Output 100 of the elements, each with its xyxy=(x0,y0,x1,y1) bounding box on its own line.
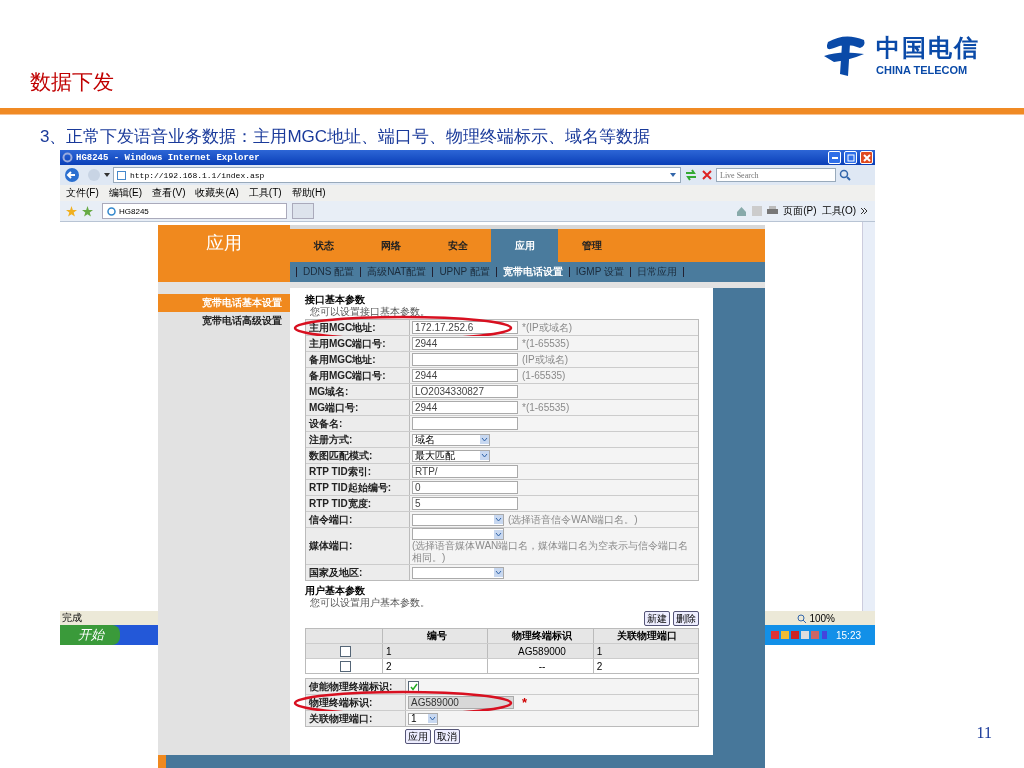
print-icon[interactable] xyxy=(767,206,779,216)
field-hint: *(1-65535) xyxy=(522,401,570,414)
field-label: 媒体端口: xyxy=(306,528,410,564)
section-description: 您可以设置接口基本参数。 xyxy=(309,306,431,318)
caret-icon xyxy=(480,451,489,460)
input-field[interactable] xyxy=(412,417,518,430)
field-hint: (选择语音信令WAN端口名。) xyxy=(508,513,638,526)
search-field[interactable]: Live Search xyxy=(716,168,836,182)
dropdown[interactable]: 1 xyxy=(408,712,438,725)
nav-tab[interactable]: 管理 xyxy=(558,229,625,262)
input-field[interactable]: 172.17.252.6 xyxy=(412,321,518,334)
field-label: 国家及地区: xyxy=(306,565,410,580)
command-button[interactable]: 页面(P) xyxy=(783,204,817,218)
menu-item[interactable]: 编辑(E) xyxy=(108,186,143,200)
menu-item[interactable]: 查看(V) xyxy=(152,186,186,200)
field-hint: * xyxy=(522,696,528,709)
search-icon[interactable] xyxy=(839,169,851,181)
field-label: 注册方式: xyxy=(306,432,410,447)
section-title: 应用 xyxy=(206,231,242,255)
add-favorite-icon[interactable] xyxy=(82,205,93,217)
minimize-button[interactable] xyxy=(828,151,841,164)
subnav-link[interactable]: 宽带电话设置 xyxy=(495,267,569,277)
form-button[interactable]: 应用 xyxy=(405,729,431,744)
field-label: 信令端口: xyxy=(306,512,410,527)
input-field[interactable]: 0 xyxy=(412,481,518,494)
start-button[interactable]: 开始 xyxy=(60,625,120,645)
input-field[interactable]: 2944 xyxy=(412,401,518,414)
nav-tab[interactable]: 网络 xyxy=(357,229,424,262)
close-button[interactable] xyxy=(860,151,873,164)
dropdown[interactable]: 域名 xyxy=(412,433,490,446)
chevron-icon[interactable] xyxy=(861,208,867,214)
input-field[interactable]: 2944 xyxy=(412,337,518,350)
stop-icon[interactable] xyxy=(701,169,713,181)
dropdown[interactable] xyxy=(412,566,504,579)
table-cell: 2 xyxy=(382,659,488,673)
caret-icon xyxy=(494,529,503,539)
input-field[interactable] xyxy=(412,353,518,366)
window-title: HG8245 - Windows Internet Explorer xyxy=(76,152,260,163)
checkbox[interactable] xyxy=(340,645,351,657)
field-label: MG端口号: xyxy=(306,400,410,415)
table-cell: 2 xyxy=(592,659,698,673)
home-icon[interactable] xyxy=(736,205,748,217)
dropdown[interactable] xyxy=(412,528,504,540)
field-hint: (1-65535) xyxy=(522,369,566,382)
table-cell: 1 xyxy=(382,644,488,658)
command-button[interactable]: 工具(O) xyxy=(821,204,856,218)
table-button[interactable]: 新建 xyxy=(644,611,670,626)
page-icon xyxy=(117,170,126,180)
caret-icon[interactable] xyxy=(104,173,110,177)
checkbox[interactable] xyxy=(408,681,419,692)
field-label: MG域名: xyxy=(306,384,410,399)
input-field[interactable]: RTP/ xyxy=(412,465,518,478)
zoom-icon[interactable] xyxy=(797,613,807,623)
menu-item[interactable]: 文件(F) xyxy=(66,186,99,200)
menu-item[interactable]: 工具(T) xyxy=(248,186,282,200)
nav-tab[interactable]: 状态 xyxy=(290,229,357,262)
star-icon[interactable] xyxy=(66,205,77,217)
caret-icon[interactable] xyxy=(669,171,677,179)
field-label: 物理终端标识: xyxy=(306,695,406,710)
field-hint: *(IP或域名) xyxy=(522,321,572,334)
input-field[interactable]: 2944 xyxy=(412,369,518,382)
column-header: 物理终端标识 xyxy=(487,629,593,643)
section-heading: 接口基本参数 xyxy=(305,294,366,306)
field-label: 备用MGC端口号: xyxy=(306,368,410,383)
page-number: 11 xyxy=(976,724,992,742)
field-label: RTP TID宽度: xyxy=(306,496,410,511)
field-label: 设备名: xyxy=(306,416,410,431)
input-field[interactable]: 5 xyxy=(412,497,518,510)
scrollbar[interactable] xyxy=(862,222,875,611)
section-heading: 用户基本参数 xyxy=(305,585,366,597)
field-label: 主用MGC地址: xyxy=(306,320,410,335)
close-icon xyxy=(862,153,871,162)
caret-icon xyxy=(494,515,503,524)
refresh-icon[interactable] xyxy=(684,169,698,181)
zoom-level[interactable]: 100% xyxy=(809,612,835,624)
menu-item[interactable]: 收藏夹(A) xyxy=(195,186,239,200)
field-label: 主用MGC端口号: xyxy=(306,336,410,351)
field-hint: *(1-65535) xyxy=(522,337,570,350)
menu-item[interactable]: 帮助(H) xyxy=(291,186,326,200)
clock: 15:23 xyxy=(836,629,862,641)
sidebar-item[interactable]: 宽带电话高级设置 xyxy=(158,312,290,330)
address-field[interactable]: http://192.168.1.1/index.asp xyxy=(113,167,681,183)
table-cell: AG589000 xyxy=(487,644,593,658)
input-field[interactable]: LO2034330827 xyxy=(412,385,518,398)
dropdown[interactable]: 最大匹配 xyxy=(412,449,490,462)
minimize-icon xyxy=(831,156,838,159)
form-button[interactable]: 取消 xyxy=(434,729,460,744)
column-header: 关联物理端口 xyxy=(592,629,698,643)
field-label: RTP TID索引: xyxy=(306,464,410,479)
checkbox[interactable] xyxy=(340,660,351,672)
nav-tab[interactable]: 应用 xyxy=(491,229,558,262)
section-description: 您可以设置用户基本参数。 xyxy=(309,597,431,609)
maximize-button[interactable] xyxy=(844,151,857,164)
browser-tab[interactable]: HG8245 xyxy=(102,203,287,219)
dropdown[interactable] xyxy=(412,513,504,526)
table-button[interactable]: 删除 xyxy=(673,611,699,626)
caret-icon xyxy=(480,435,489,444)
nav-tab[interactable]: 安全 xyxy=(424,229,491,262)
maximize-icon xyxy=(846,153,855,162)
field-hint: (IP或域名) xyxy=(522,353,569,366)
